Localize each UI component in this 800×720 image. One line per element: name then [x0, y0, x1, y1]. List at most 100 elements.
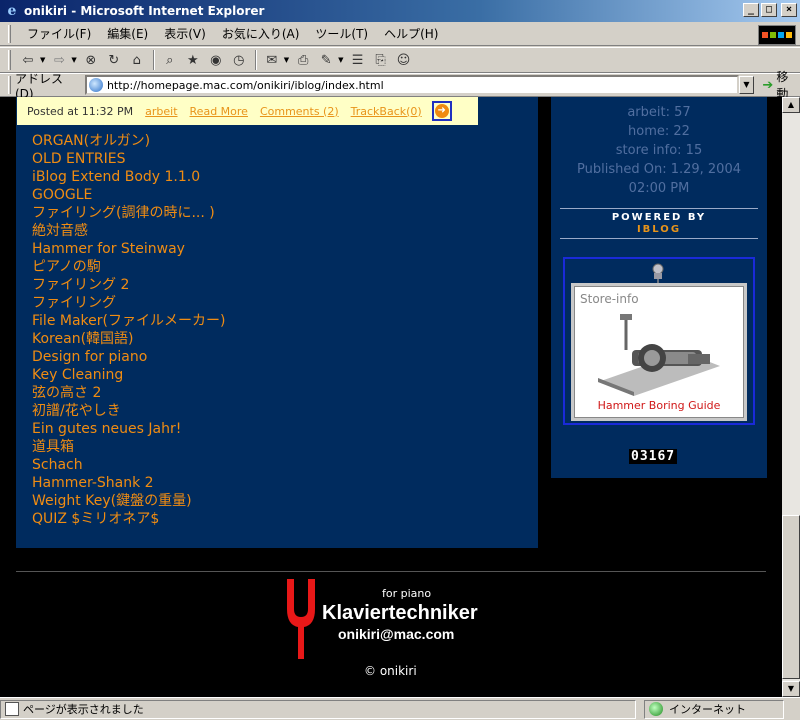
favorites-icon[interactable]: ★: [182, 50, 204, 70]
entry-link[interactable]: ピアノの駒: [32, 258, 225, 276]
store-info-banner[interactable]: Store-info Hammer Boring Guide: [563, 257, 755, 425]
entry-link[interactable]: GOOGLE: [32, 186, 225, 204]
discuss-icon[interactable]: ☰: [347, 50, 369, 70]
entry-link[interactable]: Design for piano: [32, 348, 225, 366]
ie-icon: e: [7, 3, 17, 19]
address-dropdown-icon[interactable]: ▼: [738, 76, 755, 94]
back-icon[interactable]: ⇦: [17, 50, 39, 70]
trackback-link[interactable]: TrackBack(0): [351, 105, 422, 118]
status-text: ページが表示されました: [23, 703, 144, 716]
title-bar: e onikiri - Microsoft Internet Explorer …: [0, 0, 800, 22]
edit-icon[interactable]: ✎: [315, 50, 337, 70]
stat-arbeit[interactable]: arbeit: 57: [551, 103, 767, 122]
refresh-icon[interactable]: ↻: [103, 50, 125, 70]
entry-link[interactable]: iBlog Extend Body 1.1.0: [32, 168, 225, 186]
home-icon[interactable]: ⌂: [126, 50, 148, 70]
entry-link[interactable]: 道具箱: [32, 438, 225, 456]
security-zone-pane: インターネット: [644, 699, 784, 719]
address-grip[interactable]: [8, 76, 11, 94]
footer-brand: Klaviertechniker: [322, 602, 478, 624]
boring-tool-image: [598, 314, 720, 396]
powered-by: POWERED BY IBLOG: [551, 212, 767, 236]
windows-logo-icon: [758, 25, 796, 45]
address-input[interactable]: http://homepage.mac.com/onikiri/iblog/in…: [84, 75, 739, 95]
published-date: Published On: 1.29, 2004: [577, 162, 741, 177]
entry-link[interactable]: Schach: [32, 456, 225, 474]
back-dropdown-icon[interactable]: ▼: [40, 56, 45, 64]
post-footer: Posted at 11:32 PM arbeit Read More Comm…: [17, 97, 478, 125]
page-done-icon: [5, 702, 19, 716]
print-icon[interactable]: ⎙: [292, 50, 314, 70]
iblog-link[interactable]: IBLOG: [551, 224, 767, 236]
window-controls: _ □ ×: [743, 3, 797, 17]
zone-text: インターネット: [669, 703, 746, 716]
entry-link[interactable]: Ein gutes neues Jahr!: [32, 420, 225, 438]
forward-icon[interactable]: ⇨: [48, 50, 70, 70]
messenger-icon[interactable]: ☺: [393, 50, 415, 70]
stat-home[interactable]: home: 22: [551, 122, 767, 141]
menu-grip[interactable]: [8, 24, 11, 43]
entry-link[interactable]: ファイリング 2: [32, 276, 225, 294]
store-caption: Hammer Boring Guide: [597, 399, 721, 412]
close-button[interactable]: ×: [781, 3, 797, 17]
entry-link[interactable]: File Maker(ファイルメーカー): [32, 312, 225, 330]
menu-view[interactable]: 表示(V): [156, 25, 214, 42]
category-link[interactable]: arbeit: [145, 105, 177, 118]
entry-link[interactable]: 初譜/花やしき: [32, 402, 225, 420]
search-icon[interactable]: ⌕: [159, 50, 181, 70]
window-title: onikiri - Microsoft Internet Explorer: [24, 4, 265, 18]
internet-zone-icon: [649, 702, 663, 716]
forward-dropdown-icon[interactable]: ▼: [71, 56, 76, 64]
entry-link[interactable]: Hammer for Steinway: [32, 240, 225, 258]
vertical-scrollbar[interactable]: ▲ ▼: [782, 97, 800, 697]
menu-tools[interactable]: ツール(T): [307, 25, 376, 42]
entry-link[interactable]: OLD ENTRIES: [32, 150, 225, 168]
menu-favorites[interactable]: お気に入り(A): [214, 25, 308, 42]
scroll-up-icon[interactable]: ▲: [782, 97, 800, 113]
read-more-link[interactable]: Read More: [190, 105, 248, 118]
entry-link[interactable]: Hammer-Shank 2: [32, 474, 225, 492]
toolbar-grip[interactable]: [8, 50, 11, 70]
visitor-counter: 03167: [629, 449, 678, 464]
entry-link[interactable]: Key Cleaning: [32, 366, 225, 384]
stop-icon[interactable]: ⊗: [80, 50, 102, 70]
toolbar-separator: [152, 50, 155, 70]
menu-file[interactable]: ファイル(F): [19, 25, 99, 42]
minimize-button[interactable]: _: [743, 3, 759, 17]
entry-link[interactable]: ORGAN(オルガン): [32, 132, 225, 150]
posted-time: Posted at 11:32 PM: [27, 104, 134, 118]
powered-by-label: POWERED BY: [611, 212, 707, 223]
category-stats: arbeit: 57 home: 22 store info: 15 Publi…: [551, 103, 767, 198]
menu-bar: ファイル(F) 編集(E) 表示(V) お気に入り(A) ツール(T) ヘルプ(…: [0, 22, 800, 46]
media-icon[interactable]: ◉: [205, 50, 227, 70]
address-url: http://homepage.mac.com/onikiri/iblog/in…: [106, 78, 384, 92]
status-bar: ページが表示されました インターネット: [0, 697, 800, 720]
maximize-button[interactable]: □: [761, 3, 777, 17]
menu-edit[interactable]: 編集(E): [99, 25, 156, 42]
entry-link[interactable]: 絶対音感: [32, 222, 225, 240]
scroll-down-icon[interactable]: ▼: [782, 681, 800, 697]
mail-dropdown-icon[interactable]: ▼: [284, 56, 289, 64]
edit-dropdown-icon[interactable]: ▼: [338, 56, 343, 64]
published-time: 02:00 PM: [628, 181, 690, 196]
store-title: Store-info: [580, 292, 639, 306]
entry-link[interactable]: Weight Key(鍵盤の重量): [32, 492, 225, 510]
footer-email[interactable]: onikiri@mac.com: [338, 626, 454, 642]
status-message-pane: ページが表示されました: [0, 699, 636, 719]
menu-help[interactable]: ヘルプ(H): [376, 25, 446, 42]
tuning-fork-logo: [287, 579, 315, 659]
mail-icon[interactable]: ✉: [261, 50, 283, 70]
entry-link[interactable]: ファイリング: [32, 294, 225, 312]
history-icon[interactable]: ◷: [228, 50, 250, 70]
entry-link[interactable]: QUIZ $ミリオネア$: [32, 510, 225, 528]
address-bar: アドレス(D) http://homepage.mac.com/onikiri/…: [0, 70, 800, 101]
stat-store-info[interactable]: store info: 15: [551, 141, 767, 160]
comments-link[interactable]: Comments (2): [260, 105, 339, 118]
entry-link[interactable]: Korean(韓国語): [32, 330, 225, 348]
page-viewport: Posted at 11:32 PM arbeit Read More Comm…: [0, 97, 782, 697]
scroll-thumb[interactable]: [782, 515, 800, 679]
entry-link[interactable]: 弦の高さ 2: [32, 384, 225, 402]
next-arrow-icon[interactable]: ➜: [431, 101, 452, 121]
research-icon[interactable]: ⎘: [370, 50, 392, 70]
entry-link[interactable]: ファイリング(調律の時に... ): [32, 204, 225, 222]
